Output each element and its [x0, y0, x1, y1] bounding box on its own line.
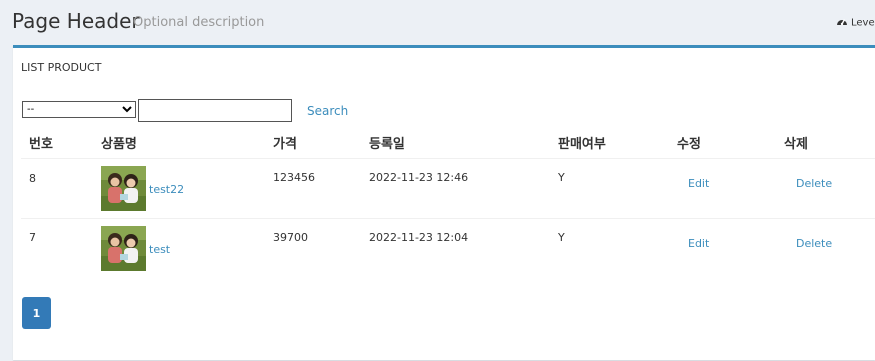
on-sale-status: Y — [558, 171, 565, 184]
product-thumbnail[interactable] — [101, 226, 146, 271]
delete-link[interactable]: Delete — [796, 237, 832, 250]
edit-link[interactable]: Edit — [688, 237, 709, 250]
search-type-select[interactable]: -- — [22, 101, 136, 118]
page-title: Page Header — [12, 9, 140, 33]
page-description: Optional description — [133, 15, 265, 30]
breadcrumb-label[interactable]: Leve — [851, 18, 875, 29]
row-divider — [21, 218, 875, 219]
breadcrumb[interactable]: Leve — [836, 16, 875, 29]
col-header-edit: 수정 — [677, 137, 701, 152]
col-header-product-name: 상품명 — [101, 137, 137, 152]
product-price: 123456 — [273, 171, 315, 184]
page-header: Page Header Optional description Leve — [0, 0, 875, 46]
row-number: 7 — [29, 231, 36, 244]
col-header-on-sale: 판매여부 — [558, 137, 606, 152]
search-button[interactable]: Search — [307, 104, 348, 118]
pagination-page-button[interactable]: 1 — [22, 297, 51, 329]
col-header-delete: 삭제 — [784, 137, 808, 152]
edit-link[interactable]: Edit — [688, 177, 709, 190]
col-header-registered-date: 등록일 — [369, 137, 405, 152]
on-sale-status: Y — [558, 231, 565, 244]
registered-date: 2022-11-23 12:46 — [369, 171, 469, 184]
col-header-number: 번호 — [29, 137, 53, 152]
product-name-link[interactable]: test — [149, 243, 170, 256]
product-price: 39700 — [273, 231, 308, 244]
search-input[interactable] — [138, 99, 292, 122]
box-title: LIST PRODUCT — [21, 61, 102, 74]
product-thumbnail[interactable] — [101, 166, 146, 211]
registered-date: 2022-11-23 12:04 — [369, 231, 469, 244]
product-list-box: LIST PRODUCT -- Search 번호 상품명 가격 등록일 판매여… — [13, 45, 875, 360]
product-name-link[interactable]: test22 — [149, 183, 184, 196]
col-header-price: 가격 — [273, 137, 297, 152]
row-number: 8 — [29, 172, 36, 185]
header-divider — [21, 158, 875, 159]
delete-link[interactable]: Delete — [796, 177, 832, 190]
dashboard-icon — [836, 16, 848, 29]
